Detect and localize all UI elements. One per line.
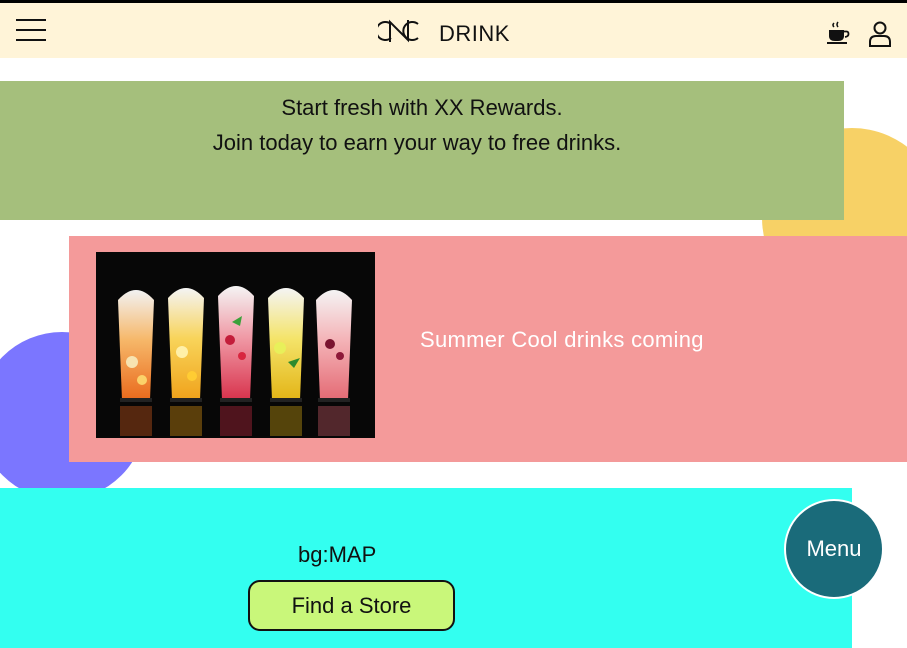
find-store-button[interactable]: Find a Store [248, 580, 455, 631]
rewards-banner[interactable]: Start fresh with XX Rewards. Join today … [0, 81, 844, 220]
coffee-cup-icon[interactable] [826, 21, 850, 45]
menu-floating-button[interactable]: Menu [784, 499, 884, 599]
rewards-headline: Start fresh with XX Rewards. [281, 95, 563, 120]
rewards-subtext: Join today to earn your way to free drin… [212, 130, 622, 155]
store-locator-section: bg:MAP Find a Store [0, 488, 852, 648]
cnc-logo-icon[interactable] [378, 16, 422, 46]
promo-text: Summer Cool drinks coming [420, 327, 704, 352]
user-icon[interactable] [868, 21, 892, 47]
brand-name: DRINK [439, 21, 510, 46]
promo-card[interactable]: Summer Cool drinks coming [69, 236, 907, 462]
header-bar: DRINK [0, 3, 907, 58]
hamburger-menu-icon[interactable] [16, 19, 46, 41]
drinks-image [96, 252, 375, 438]
map-placeholder-label: bg:MAP [298, 542, 377, 567]
